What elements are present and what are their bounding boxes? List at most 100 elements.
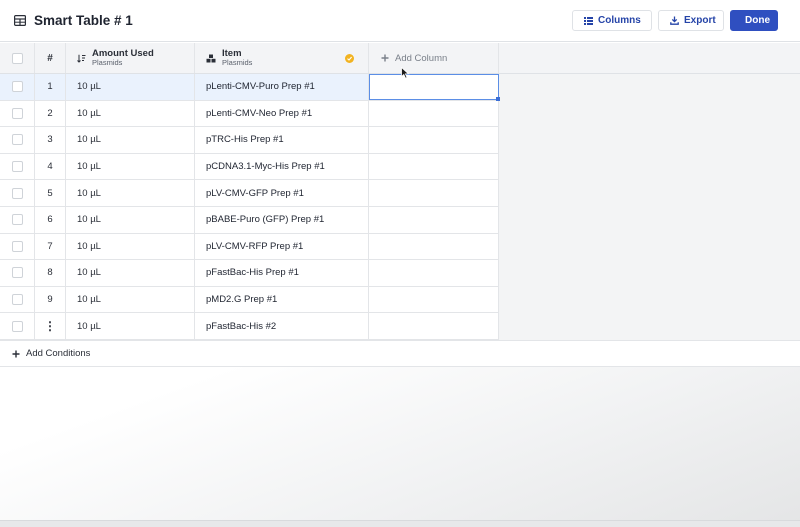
- column-header-amount-used[interactable]: Amount Used Plasmids: [66, 43, 195, 73]
- item-cell[interactable]: pFastBac-His #2: [195, 313, 369, 339]
- column-header-item[interactable]: Item Plasmids: [195, 43, 369, 73]
- empty-cell[interactable]: [369, 206, 499, 233]
- table-row[interactable]: 7 10 µL pLV-CMV-RFP Prep #1: [0, 233, 499, 261]
- row-select-cell[interactable]: [0, 180, 35, 206]
- row-number-header-label: #: [47, 52, 53, 64]
- plus-icon: [381, 54, 389, 62]
- row-number: 3: [35, 127, 66, 153]
- item-cell[interactable]: pMD2.G Prep #1: [195, 286, 369, 313]
- table-empty-area: [499, 74, 800, 340]
- amount-used-cell[interactable]: 10 µL: [66, 260, 195, 286]
- done-button-label: Done: [745, 15, 770, 26]
- bottom-scrollbar[interactable]: [0, 520, 800, 527]
- download-icon: [670, 16, 679, 25]
- row-number: 2: [35, 100, 66, 127]
- table-icon: [14, 15, 26, 26]
- amount-used-cell[interactable]: 10 µL: [66, 127, 195, 153]
- amount-used-cell[interactable]: 10 µL: [66, 180, 195, 206]
- row-number: 6: [35, 206, 66, 233]
- mouse-cursor-icon: [401, 66, 410, 84]
- empty-cell[interactable]: [369, 180, 499, 206]
- empty-cell[interactable]: [369, 260, 499, 286]
- columns-button[interactable]: Columns: [572, 10, 652, 31]
- row-select-cell[interactable]: [0, 260, 35, 286]
- row-number: ⋮: [35, 313, 66, 339]
- active-empty-cell[interactable]: [369, 74, 500, 101]
- amount-used-cell[interactable]: 10 µL: [66, 153, 195, 180]
- amount-used-cell[interactable]: 10 µL: [66, 286, 195, 313]
- row-checkbox[interactable]: [11, 294, 23, 306]
- header-select-all[interactable]: [0, 43, 35, 73]
- empty-cell[interactable]: [369, 286, 499, 313]
- amount-used-cell[interactable]: 10 µL: [66, 206, 195, 233]
- columns-icon: [584, 16, 593, 25]
- row-select-cell[interactable]: [0, 233, 35, 260]
- row-checkbox[interactable]: [11, 320, 23, 332]
- row-number: 4: [35, 153, 66, 180]
- columns-button-label: Columns: [598, 15, 641, 26]
- row-number: 8: [35, 260, 66, 286]
- top-bar: Smart Table # 1 Columns Export Done: [0, 0, 800, 42]
- header-row-number: #: [35, 43, 66, 73]
- empty-cell[interactable]: [369, 127, 499, 153]
- row-select-cell[interactable]: [0, 206, 35, 233]
- smart-table: # Amount Used Plasmids Item Plasmids Add…: [0, 43, 800, 340]
- export-button[interactable]: Export: [658, 10, 724, 31]
- done-button[interactable]: Done: [730, 10, 778, 31]
- row-checkbox[interactable]: [11, 187, 23, 199]
- empty-cell[interactable]: [369, 100, 499, 127]
- item-cell[interactable]: pBABE-Puro (GFP) Prep #1: [195, 206, 369, 233]
- empty-cell[interactable]: [369, 313, 499, 339]
- plus-icon: [12, 350, 20, 358]
- page-title: Smart Table # 1: [34, 13, 133, 28]
- row-select-cell[interactable]: [0, 313, 35, 339]
- verified-check-icon: [345, 54, 354, 63]
- row-checkbox[interactable]: [11, 240, 23, 252]
- table-row[interactable]: ⋮ 10 µL pFastBac-His #2: [0, 313, 499, 340]
- table-row[interactable]: 5 10 µL pLV-CMV-GFP Prep #1: [0, 180, 499, 207]
- boxes-icon: [206, 54, 216, 63]
- row-checkbox[interactable]: [11, 107, 23, 119]
- item-cell[interactable]: pLenti-CMV-Puro Prep #1: [195, 74, 369, 100]
- row-number: 9: [35, 286, 66, 313]
- empty-cell[interactable]: [369, 153, 499, 180]
- item-cell[interactable]: pFastBac-His Prep #1: [195, 260, 369, 286]
- item-cell[interactable]: pLV-CMV-RFP Prep #1: [195, 233, 369, 260]
- amount-used-cell[interactable]: 10 µL: [66, 313, 195, 339]
- row-number: 7: [35, 233, 66, 260]
- item-cell[interactable]: pLenti-CMV-Neo Prep #1: [195, 100, 369, 127]
- row-select-cell[interactable]: [0, 74, 35, 100]
- table-row[interactable]: 4 10 µL pCDNA3.1-Myc-His Prep #1: [0, 153, 499, 181]
- row-checkbox[interactable]: [11, 161, 23, 173]
- table-row[interactable]: 2 10 µL pLenti-CMV-Neo Prep #1: [0, 100, 499, 128]
- table-header: # Amount Used Plasmids Item Plasmids Add…: [0, 43, 800, 74]
- item-cell[interactable]: pTRC-His Prep #1: [195, 127, 369, 153]
- row-select-cell[interactable]: [0, 286, 35, 313]
- row-number: 1: [35, 74, 66, 100]
- item-cell[interactable]: pLV-CMV-GFP Prep #1: [195, 180, 369, 206]
- table-row[interactable]: 1 10 µL pLenti-CMV-Puro Prep #1: [0, 74, 500, 101]
- amount-used-cell[interactable]: 10 µL: [66, 74, 195, 100]
- row-select-cell[interactable]: [0, 153, 35, 180]
- table-row[interactable]: 6 10 µL pBABE-Puro (GFP) Prep #1: [0, 206, 499, 234]
- row-select-cell[interactable]: [0, 100, 35, 127]
- amount-used-cell[interactable]: 10 µL: [66, 100, 195, 127]
- empty-cell[interactable]: [369, 233, 499, 260]
- add-column-button[interactable]: Add Column: [369, 43, 499, 73]
- item-cell[interactable]: pCDNA3.1-Myc-His Prep #1: [195, 153, 369, 180]
- select-all-checkbox[interactable]: [11, 52, 23, 64]
- sort-icon: [77, 54, 86, 63]
- amount-used-header-sub: Plasmids: [92, 58, 123, 68]
- row-checkbox[interactable]: [11, 214, 23, 226]
- row-checkbox[interactable]: [11, 267, 23, 279]
- amount-used-cell[interactable]: 10 µL: [66, 233, 195, 260]
- item-header-sub: Plasmids: [222, 58, 253, 68]
- row-checkbox[interactable]: [11, 81, 23, 93]
- table-row[interactable]: 8 10 µL pFastBac-His Prep #1: [0, 260, 499, 287]
- table-row[interactable]: 3 10 µL pTRC-His Prep #1: [0, 127, 499, 154]
- table-row[interactable]: 9 10 µL pMD2.G Prep #1: [0, 286, 499, 314]
- add-conditions-button[interactable]: Add Conditions: [0, 340, 800, 367]
- row-select-cell[interactable]: [0, 127, 35, 153]
- row-checkbox[interactable]: [11, 134, 23, 146]
- add-column-label: Add Column: [395, 52, 448, 64]
